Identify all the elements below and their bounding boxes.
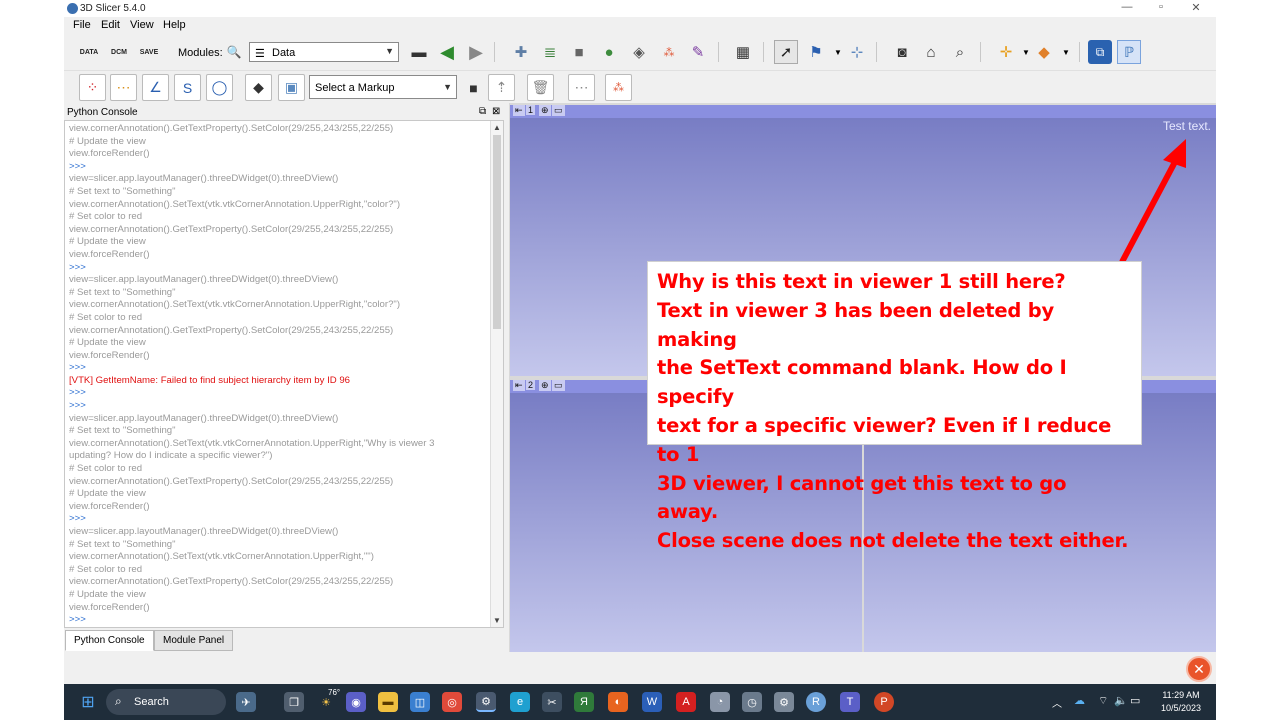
annotation-line: text for a specific viewer? Even if I re… (657, 413, 1112, 466)
chat-icon[interactable]: ◉ (346, 692, 366, 712)
annotation-line: the SetText command blank. How do I spec… (657, 356, 1067, 409)
search-icon: ⌕ (115, 694, 122, 708)
screen: 3D Slicer 5.4.0 — ▫ ✕ File Edit View Hel… (0, 0, 1280, 720)
settings-icon[interactable]: ⚙ (774, 692, 794, 712)
task-view-icon[interactable]: ❐ (284, 692, 304, 712)
onedrive-icon[interactable]: ☁ (1074, 694, 1085, 707)
word-icon[interactable]: W (642, 692, 662, 712)
arrow-head (1163, 139, 1186, 168)
clock-time[interactable]: 11:29 AM (1156, 690, 1206, 700)
file-explorer-icon[interactable]: ▬ (378, 692, 398, 712)
annotation-line: Why is this text in viewer 1 still here? (657, 270, 1066, 293)
store-icon[interactable]: ◫ (410, 692, 430, 712)
weather-temp: 76° (328, 688, 341, 697)
annotation-callout: Why is this text in viewer 1 still here?… (647, 261, 1142, 552)
clock-date[interactable]: 10/5/2023 (1156, 703, 1206, 713)
annotation-line: 3D viewer, I cannot get this text to go … (657, 471, 1067, 524)
app-icon[interactable]: Я (574, 692, 594, 712)
search-label: Search (134, 696, 169, 708)
arrow-shaft (1119, 158, 1179, 264)
slicer-app-icon[interactable]: ⚙ (476, 692, 496, 712)
teams-icon[interactable]: T (840, 692, 860, 712)
widget-icon[interactable]: ✈ (236, 692, 256, 712)
wifi-icon[interactable]: ⌔ (1098, 694, 1108, 708)
app-icon[interactable]: ◷ (742, 692, 762, 712)
annotation-line: Close scene does not delete the text eit… (657, 529, 1129, 553)
acrobat-icon[interactable]: A (676, 692, 696, 712)
windows-start-icon[interactable]: ⊞ (78, 692, 98, 712)
chrome-icon[interactable]: ◎ (442, 692, 462, 712)
battery-icon[interactable]: ▭ (1130, 694, 1140, 707)
taskbar: ⊞ ⌕ Search ✈ ❐ ☀ 76° ◉ ▬ ◫ ◎ ⚙ e ✂ Я ◐ W… (64, 684, 1216, 720)
volume-icon[interactable]: 🔈 (1114, 694, 1128, 707)
r-icon[interactable]: R (806, 692, 826, 712)
snip-icon[interactable]: ✂ (542, 692, 562, 712)
taskbar-search[interactable]: ⌕ Search (106, 689, 226, 715)
chevron-up-icon[interactable]: ︿ (1052, 695, 1062, 710)
firefox-icon[interactable]: ◐ (608, 692, 628, 712)
app-icon[interactable]: ◔ (710, 692, 730, 712)
edge-icon[interactable]: e (510, 692, 530, 712)
powerpoint-icon[interactable]: P (874, 692, 894, 712)
annotation-line: Text in viewer 3 has been deleted by mak… (657, 298, 1054, 351)
